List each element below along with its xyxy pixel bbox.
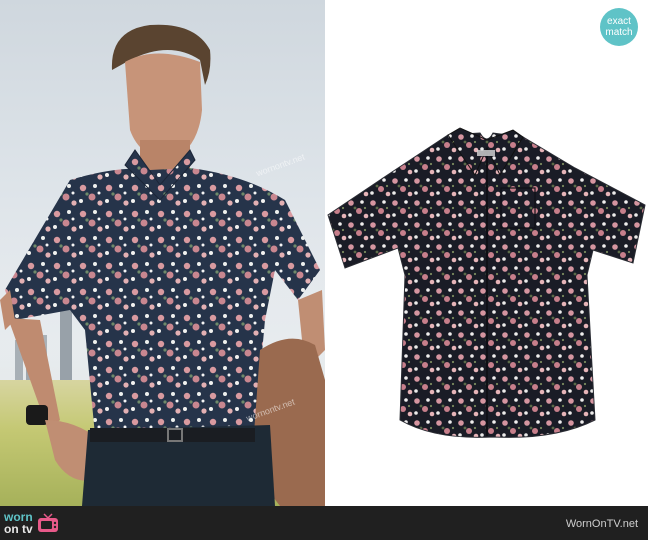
wornontv-logo[interactable]: worn on tv [4, 509, 59, 537]
actor-figure [0, 24, 325, 506]
logo-ontv: on tv [4, 522, 33, 536]
badge-line2: match [605, 27, 633, 38]
actor-photo: wornontv.net wornontv.net [0, 0, 325, 506]
site-url[interactable]: WornOnTV.net [566, 518, 638, 530]
exact-match-badge: exact match [600, 8, 638, 46]
shirt-illustration [327, 127, 646, 438]
badge-line1: exact [607, 16, 631, 27]
footer-bar [0, 506, 648, 540]
tv-icon [37, 513, 58, 532]
product-photo [325, 0, 648, 506]
